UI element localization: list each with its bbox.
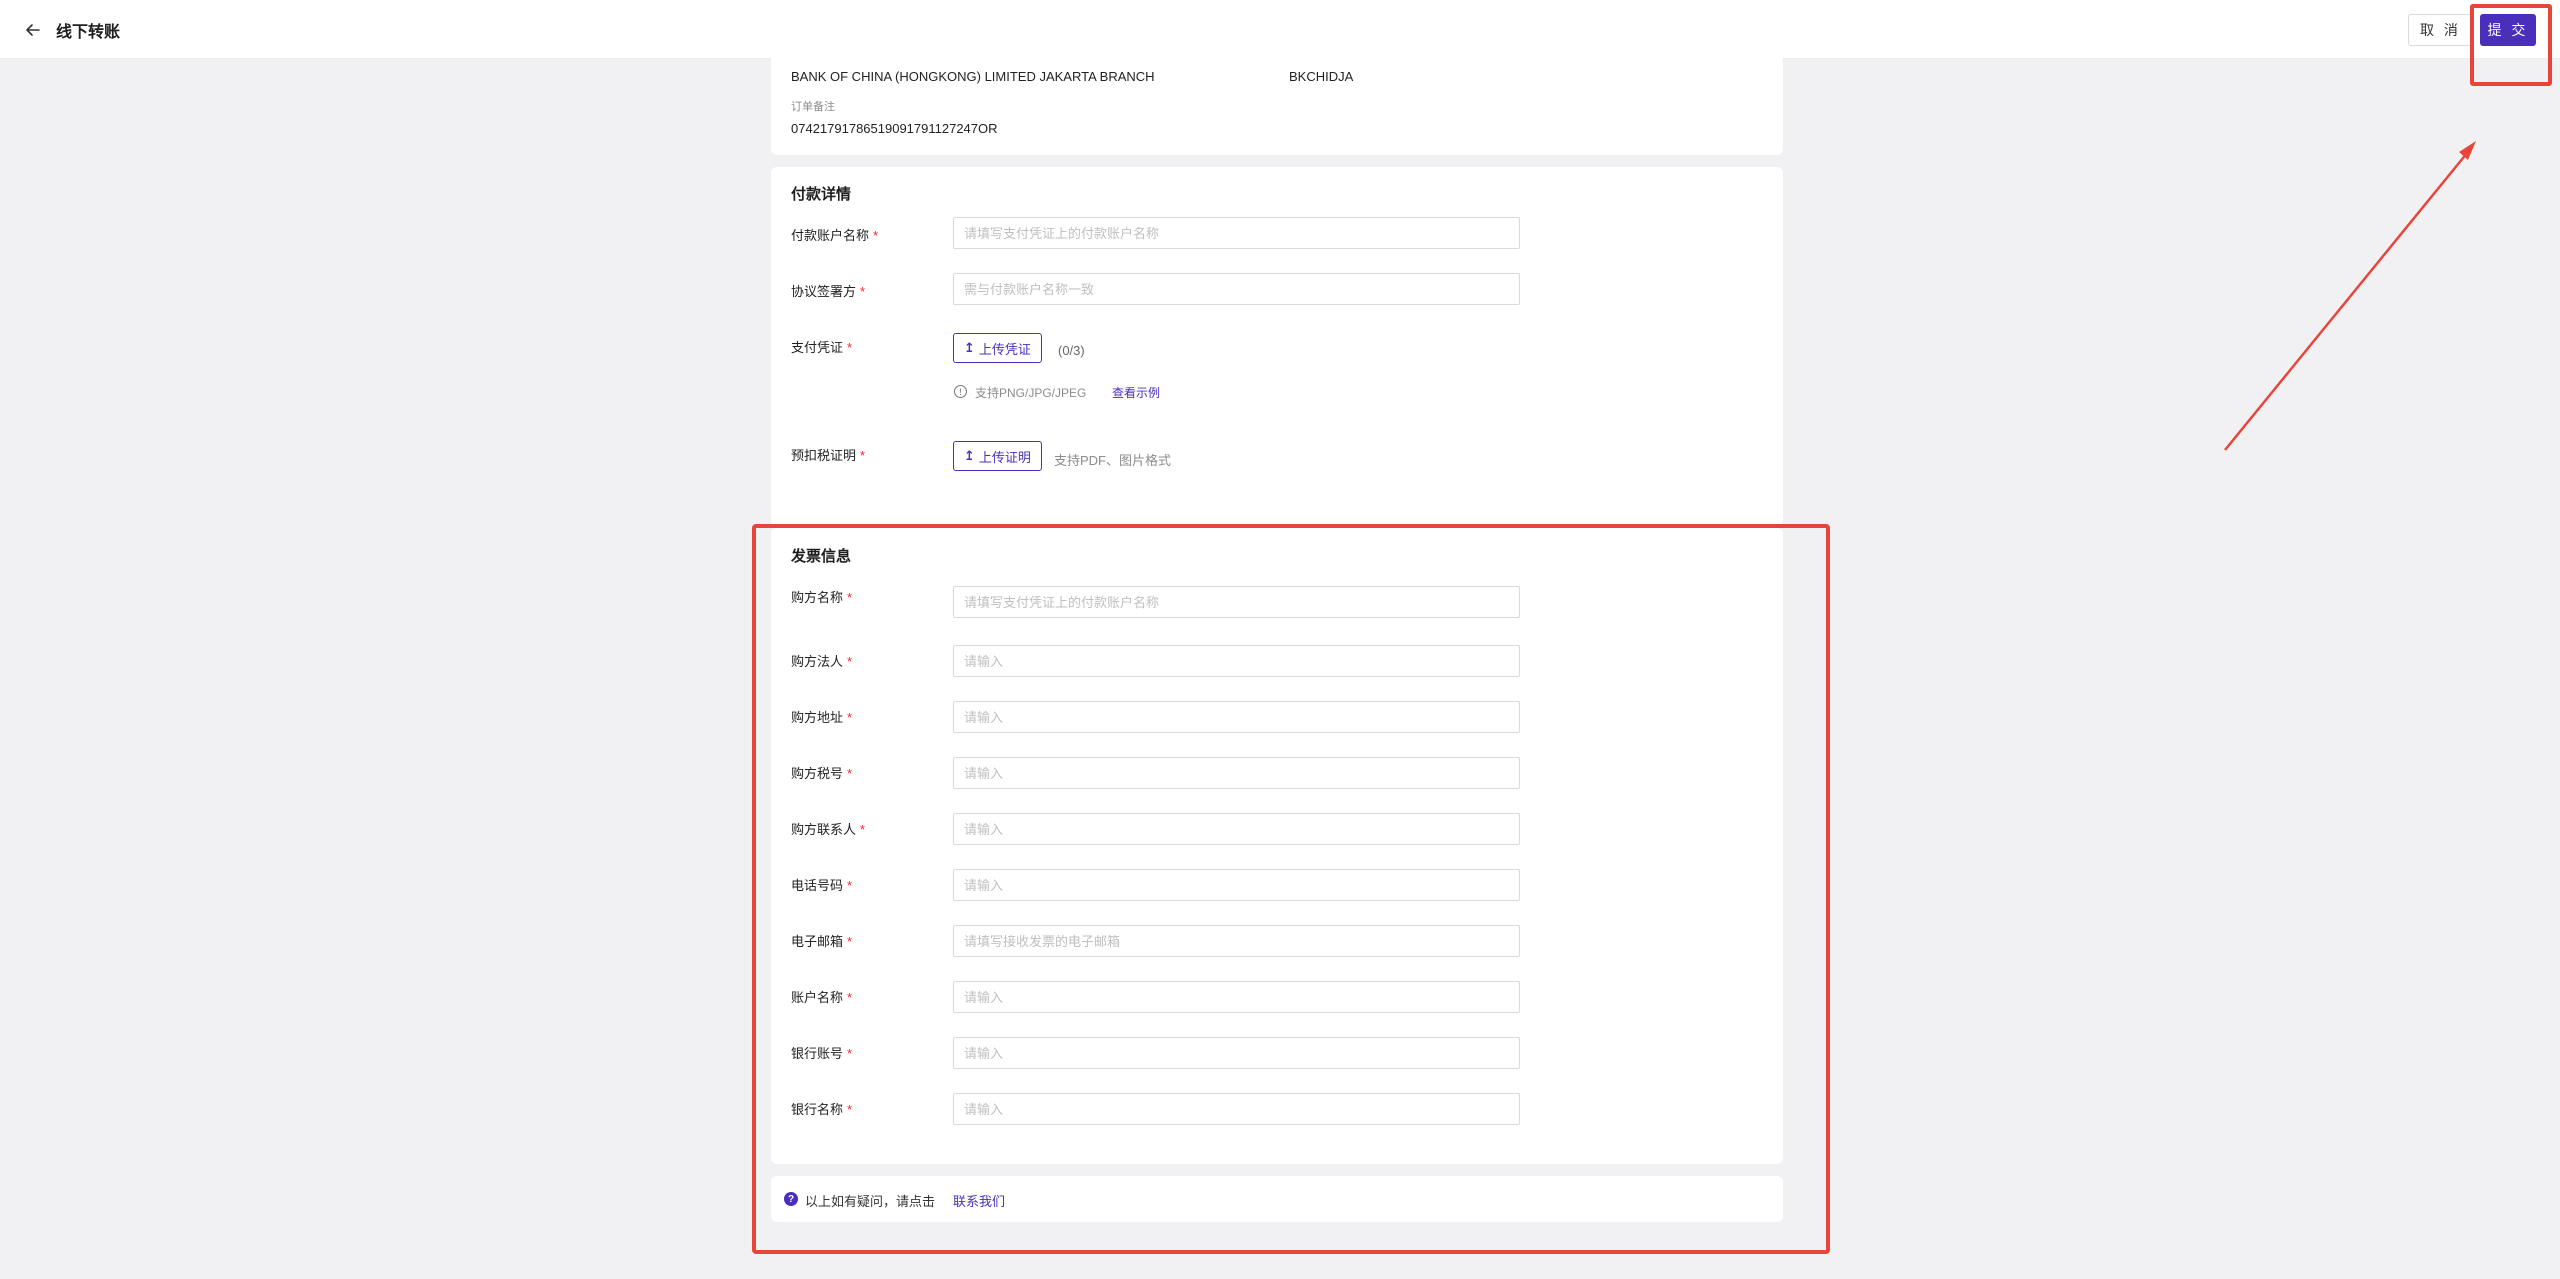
upload-tax-certificate-label: 上传证明 (978, 449, 1031, 465)
arrow-left-icon[interactable] (22, 19, 44, 41)
buyer-address-input[interactable] (953, 701, 1520, 733)
contact-us-link[interactable]: 联系我们 (953, 1191, 1005, 1210)
payment-section-title: 付款详情 (791, 186, 852, 203)
signatory-input[interactable] (953, 273, 1520, 305)
buyer-contact-input[interactable] (953, 813, 1520, 845)
bank-name: BANK OF CHINA (HONGKONG) LIMITED JAKARTA… (791, 69, 1155, 84)
account-name-label: 账户名称 * (791, 990, 853, 1005)
payment-details-card: 付款详情 付款账户名称* 协议签署方* 支付凭证* ↥ 上传凭证 (0/3) !… (771, 167, 1783, 527)
buyer-name-input[interactable] (953, 586, 1520, 618)
buyer-legal-rep-label: 购方法人 * (791, 654, 853, 669)
page-title: 线下转账 (56, 24, 121, 41)
buyer-name-label: 购方名称 * (791, 590, 853, 605)
bank-name-label: 银行名称 * (791, 1102, 853, 1117)
buyer-tax-id-label: 购方税号 * (791, 766, 853, 781)
bank-account-input[interactable] (953, 1037, 1520, 1069)
help-card: ? 以上如有疑问，请点击 联系我们 (771, 1176, 1783, 1222)
voucher-format-hint: 支持PNG/JPG/JPEG (975, 386, 1087, 400)
voucher-label: 支付凭证 * (791, 340, 853, 355)
invoice-section-title: 发票信息 (791, 548, 852, 565)
tax-format-hint: 支持PDF、图片格式 (1054, 453, 1172, 468)
payer-account-input[interactable] (953, 217, 1520, 249)
order-memo-label: 订单备注 (791, 101, 835, 113)
help-text: 以上如有疑问，请点击 (805, 1194, 936, 1209)
bank-account-label: 银行账号 * (791, 1046, 853, 1061)
bank-name-input[interactable] (953, 1093, 1520, 1125)
signatory-label: 协议签署方 * (791, 284, 866, 299)
buyer-address-label: 购方地址 * (791, 710, 853, 725)
upload-voucher-button[interactable]: ↥ 上传凭证 (953, 333, 1042, 363)
voucher-count: (0/3) (1058, 343, 1085, 358)
buyer-contact-label: 购方联系人 * (791, 822, 866, 837)
view-example-link[interactable]: 查看示例 (1112, 384, 1160, 401)
buyer-legal-rep-input[interactable] (953, 645, 1520, 677)
account-name-input[interactable] (953, 981, 1520, 1013)
buyer-tax-id-input[interactable] (953, 757, 1520, 789)
tax-certificate-label: 预扣税证明 * (791, 448, 866, 463)
upload-icon: ↥ (964, 448, 975, 463)
upload-tax-certificate-button[interactable]: ↥ 上传证明 (953, 441, 1042, 471)
bank-swift-code: BKCHIDJA (1289, 69, 1354, 84)
phone-number-input[interactable] (953, 869, 1520, 901)
upload-icon: ↥ (964, 340, 975, 355)
info-icon: ! (954, 385, 967, 398)
phone-number-label: 电话号码 * (791, 878, 853, 893)
payer-account-label: 付款账户名称 * (791, 228, 879, 243)
submit-button[interactable]: 提 交 (2480, 14, 2536, 46)
invoice-info-card: 发票信息 购方名称* 购方法人* 购方地址* 购方税号* 购方联系人* 电话号码… (771, 528, 1783, 1164)
question-icon: ? (784, 1192, 798, 1206)
cancel-button[interactable]: 取 消 (2408, 14, 2473, 46)
bank-info-card: BANK OF CHINA (HONGKONG) LIMITED JAKARTA… (771, 40, 1783, 155)
upload-voucher-label: 上传凭证 (978, 341, 1031, 357)
email-input[interactable] (953, 925, 1520, 957)
email-label: 电子邮箱 * (791, 934, 853, 949)
order-memo-value: 0742179178651909179112​7247OR (791, 121, 998, 136)
